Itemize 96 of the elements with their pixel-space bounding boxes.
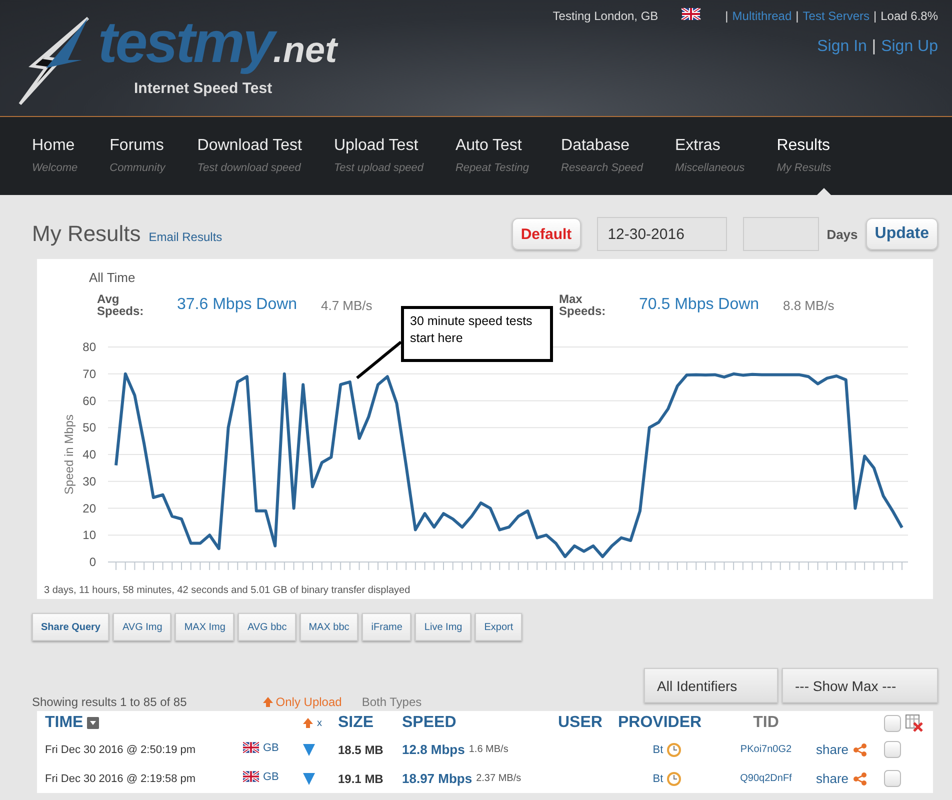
up-arrow-icon[interactable] bbox=[303, 718, 313, 728]
test-id: PKoi7n0G2 bbox=[739, 744, 793, 755]
results-count: Showing results 1 to 85 of 85 bbox=[32, 695, 187, 709]
logo-tagline: Internet Speed Test bbox=[134, 80, 272, 97]
clock-icon bbox=[667, 742, 682, 756]
tool-button[interactable]: Live Img bbox=[415, 613, 472, 641]
column-header[interactable]: PROVIDER bbox=[618, 714, 716, 732]
table-cell-text: Fri Dec 30 2016 @ 2:19:58 pm bbox=[44, 772, 197, 784]
share-link[interactable]: share bbox=[816, 742, 849, 757]
update-button[interactable]: Update bbox=[866, 218, 938, 250]
annotation-callout: 30 minute speed tests start here bbox=[401, 306, 553, 362]
axis-tick-label: 10 bbox=[82, 528, 96, 542]
axis-tick-label: 80 bbox=[82, 340, 96, 354]
server-location: Testing London, GB bbox=[552, 9, 658, 23]
days-field[interactable] bbox=[742, 217, 819, 251]
tool-button[interactable]: Export bbox=[475, 613, 522, 641]
tool-button[interactable]: MAX bbc bbox=[300, 613, 358, 641]
average-speed: 37.6 Mbps Down bbox=[177, 296, 298, 314]
separator: | bbox=[796, 9, 799, 23]
days-label: Days bbox=[826, 226, 858, 242]
page-title: My Results bbox=[32, 221, 141, 247]
flag-icon bbox=[243, 771, 259, 782]
provider-name: Bt bbox=[652, 744, 664, 756]
provider-name: Bt bbox=[652, 772, 664, 784]
axis-tick-label: 20 bbox=[82, 501, 96, 516]
column-header[interactable]: TIME bbox=[45, 714, 84, 732]
share-link[interactable]: share bbox=[816, 771, 849, 786]
axis-tick-label: 0 bbox=[89, 555, 96, 569]
nav-tab[interactable]: Download Test Test download speed bbox=[197, 117, 334, 195]
tool-button[interactable]: iFrame bbox=[362, 613, 412, 641]
speed-label: Max Speeds: bbox=[559, 293, 607, 317]
nav-tab[interactable]: Upload Test Test upload speed bbox=[334, 117, 456, 195]
flag-icon bbox=[243, 742, 259, 753]
column-header[interactable]: USER bbox=[558, 714, 618, 732]
rate-value: 1.6 MB/s bbox=[468, 744, 508, 755]
tool-button[interactable]: Share Query bbox=[32, 613, 110, 641]
axis-tick-label: 50 bbox=[82, 420, 96, 435]
separator: | bbox=[873, 9, 877, 23]
nav-tab[interactable]: Database Research Speed bbox=[561, 117, 675, 195]
speed-value: 12.8 Mbps bbox=[402, 742, 465, 757]
separator: | bbox=[725, 9, 728, 23]
axis-tick-label: 30 bbox=[82, 474, 96, 488]
row-checkbox[interactable] bbox=[884, 770, 901, 787]
tool-button[interactable]: MAX Img bbox=[175, 613, 234, 641]
max-speed: 70.5 Mbps Down bbox=[639, 296, 760, 314]
nav-tab[interactable]: Auto Test Repeat Testing bbox=[455, 117, 562, 195]
axis-title: Speed in Mbps bbox=[62, 414, 76, 495]
dropdown-icon[interactable] bbox=[87, 717, 100, 729]
leader-line bbox=[356, 340, 402, 380]
auth-link[interactable]: Sign In bbox=[817, 38, 867, 56]
row-checkbox[interactable] bbox=[884, 741, 901, 758]
axis-tick-label: 70 bbox=[82, 366, 96, 381]
test-id: Q90q2DnFf bbox=[739, 773, 793, 784]
tool-button[interactable]: AVG Img bbox=[113, 613, 172, 641]
dropdown-select[interactable]: --- Show Max --- bbox=[782, 668, 938, 703]
average-rate: 4.7 MB/s bbox=[321, 298, 374, 312]
header-link[interactable]: Multithread bbox=[732, 9, 792, 23]
nav-tab[interactable]: Home Welcome bbox=[32, 117, 110, 195]
download-arrow-icon bbox=[303, 772, 315, 784]
default-button[interactable]: Default bbox=[512, 218, 581, 250]
column-header[interactable]: TID bbox=[716, 714, 816, 732]
date-field[interactable]: 12-30-2016 bbox=[596, 217, 727, 251]
table-cell-text: Fri Dec 30 2016 @ 2:50:19 pm bbox=[44, 744, 197, 756]
type-filter[interactable]: Both Types bbox=[362, 695, 422, 709]
dropdown-select[interactable]: All Identifiers bbox=[644, 668, 778, 703]
server-load: Load 6.8% bbox=[880, 9, 938, 23]
clear-sort[interactable]: x bbox=[317, 718, 322, 728]
select-all-checkbox[interactable] bbox=[884, 714, 901, 732]
clock-icon bbox=[667, 772, 682, 786]
speed-label: Avg Speeds: bbox=[97, 293, 145, 317]
email-results-link[interactable]: Email Results bbox=[148, 230, 222, 244]
table-cell-text: 18.5 MB bbox=[338, 742, 384, 756]
delete-icon[interactable] bbox=[905, 714, 923, 732]
column-header[interactable]: SPEED bbox=[402, 714, 558, 732]
country-code: GB bbox=[263, 770, 279, 782]
max-rate: 8.8 MB/s bbox=[783, 298, 836, 312]
auth-link[interactable]: Sign Up bbox=[881, 38, 938, 56]
share-icon[interactable] bbox=[852, 772, 867, 786]
speed-value: 18.97 Mbps bbox=[402, 771, 472, 786]
column-header[interactable]: SIZE bbox=[338, 714, 402, 732]
up-arrow-icon bbox=[262, 697, 273, 707]
nav-tab[interactable]: Forums Community bbox=[110, 117, 198, 195]
period-label: All Time bbox=[89, 270, 136, 285]
rate-value: 2.37 MB/s bbox=[476, 773, 522, 784]
table-cell-text: 19.1 MB bbox=[338, 772, 384, 786]
header-link[interactable]: Test Servers bbox=[802, 9, 870, 23]
nav-tab[interactable]: Extras Miscellaneous bbox=[674, 117, 777, 195]
country-code: GB bbox=[263, 742, 279, 754]
nav-tab[interactable]: Results My Results bbox=[776, 117, 864, 195]
tool-button[interactable]: AVG bbc bbox=[238, 613, 296, 641]
axis-tick-label: 60 bbox=[82, 394, 96, 408]
share-icon[interactable] bbox=[852, 742, 867, 756]
download-arrow-icon bbox=[303, 744, 315, 756]
chart-footer: 3 days, 11 hours, 58 minutes, 42 seconds and 5.01 GB of binary transfer displayed bbox=[44, 585, 410, 596]
separator: | bbox=[872, 38, 876, 56]
axis-tick-label: 40 bbox=[82, 448, 96, 462]
